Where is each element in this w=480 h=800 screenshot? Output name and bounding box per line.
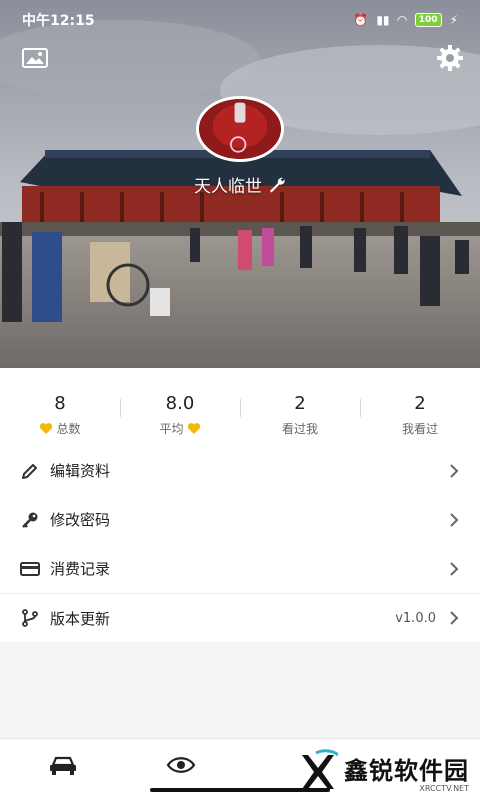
chevron-right-icon xyxy=(450,512,459,527)
menu-change-password-label: 修改密码 xyxy=(50,511,111,529)
stat-viewed-me-value: 2 xyxy=(294,393,306,414)
heart-icon xyxy=(187,423,200,434)
menu-version-update[interactable]: 版本更新 v1.0.0 xyxy=(0,593,480,642)
chevron-right-icon xyxy=(450,561,459,576)
wifi-icon: ◠ xyxy=(397,13,407,27)
pencil-icon xyxy=(22,463,37,479)
menu-purchase-history-label: 消费记录 xyxy=(50,560,111,578)
charging-icon: ⚡ xyxy=(449,13,458,27)
branch-icon xyxy=(22,609,38,627)
avatar-image xyxy=(200,99,280,159)
menu-purchase-history[interactable]: 消费记录 xyxy=(0,544,480,593)
stat-average-label: 平均 xyxy=(159,422,184,436)
menu-version-update-label: 版本更新 xyxy=(50,609,111,628)
stat-average[interactable]: 8.0 平均 xyxy=(120,377,240,437)
stats-bar: 8 总数 8.0 平均 2 看过我 2 我看过 xyxy=(0,368,480,446)
stat-i-viewed-label: 我看过 xyxy=(401,422,438,436)
chevron-right-icon xyxy=(450,611,459,625)
chevron-right-icon xyxy=(450,463,459,478)
status-time: 中午12:15 xyxy=(22,13,95,29)
card-icon xyxy=(20,561,40,576)
wrench-icon[interactable] xyxy=(268,176,286,194)
empty-area xyxy=(0,643,480,739)
nav-car-icon[interactable] xyxy=(48,753,78,777)
stat-total-value: 8 xyxy=(54,393,66,414)
alarm-icon: ⏰ xyxy=(353,13,369,27)
signal-icon: ▮▮ xyxy=(376,13,390,27)
username: 天人临世 xyxy=(194,177,262,197)
settings-gear-icon[interactable] xyxy=(436,44,464,72)
battery-icon: 100 xyxy=(414,13,442,27)
stat-i-viewed-value: 2 xyxy=(414,393,426,414)
watermark-subtitle: XRCCTV.NET xyxy=(419,784,469,793)
settings-menu: 编辑资料 修改密码 消费记录 版本更新 v1.0.0 xyxy=(0,446,480,642)
stat-total-label: 总数 xyxy=(56,422,81,436)
heart-icon xyxy=(40,423,53,434)
avatar[interactable] xyxy=(196,96,284,162)
menu-edit-profile-label: 编辑资料 xyxy=(50,462,111,480)
nav-eye-icon[interactable] xyxy=(166,753,196,777)
change-cover-icon[interactable] xyxy=(22,48,48,68)
home-indicator xyxy=(150,788,330,792)
key-icon xyxy=(22,512,38,528)
menu-change-password[interactable]: 修改密码 xyxy=(0,495,480,544)
profile-cover: 中午12:15 ⏰ ▮▮ ◠ 100 ⚡ 天人临世 xyxy=(0,0,480,368)
username-row: 天人临世 xyxy=(0,172,480,197)
stat-average-value: 8.0 xyxy=(165,393,195,414)
status-icons: ⏰ ▮▮ ◠ 100 ⚡ xyxy=(353,13,458,27)
stat-viewed-me[interactable]: 2 看过我 xyxy=(240,377,360,437)
stat-viewed-me-label: 看过我 xyxy=(281,422,318,436)
status-bar: 中午12:15 ⏰ ▮▮ ◠ 100 ⚡ xyxy=(0,0,480,40)
watermark-title: 鑫锐软件园 xyxy=(344,757,469,785)
app-version: v1.0.0 xyxy=(395,610,436,626)
stat-i-viewed[interactable]: 2 我看过 xyxy=(360,377,480,437)
stat-total[interactable]: 8 总数 xyxy=(0,377,120,437)
menu-edit-profile[interactable]: 编辑资料 xyxy=(0,446,480,495)
